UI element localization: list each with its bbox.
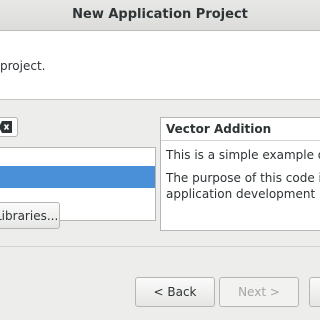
- wizard-header: project.: [0, 31, 320, 100]
- finish-button[interactable]: [309, 277, 320, 307]
- template-title: Vector Addition: [166, 122, 272, 136]
- title-bar: New Application Project: [0, 0, 320, 31]
- wizard-description: project.: [0, 59, 46, 73]
- template-filter-input[interactable]: [0, 117, 18, 137]
- description-paragraph-1: This is a simple example of vecto: [166, 148, 320, 162]
- next-button[interactable]: Next >: [219, 277, 299, 307]
- description-paragraph-2-line-2: application development in the: [166, 187, 320, 201]
- window-title: New Application Project: [72, 7, 248, 22]
- template-description-panel: Vector Addition This is a simple example…: [160, 117, 320, 231]
- clear-icon[interactable]: [0, 121, 12, 133]
- description-paragraph-2-line-1: The purpose of this code is to i: [166, 171, 320, 185]
- list-item-selected[interactable]: [0, 166, 155, 188]
- libraries-button[interactable]: Libraries...: [0, 202, 60, 229]
- button-bar-divider: [0, 246, 320, 247]
- new-application-project-dialog: New Application Project project. Librari…: [0, 0, 320, 320]
- description-divider: [161, 140, 320, 141]
- back-button[interactable]: < Back: [135, 277, 215, 307]
- description-paragraph-2: The purpose of this code is to i applica…: [166, 170, 320, 202]
